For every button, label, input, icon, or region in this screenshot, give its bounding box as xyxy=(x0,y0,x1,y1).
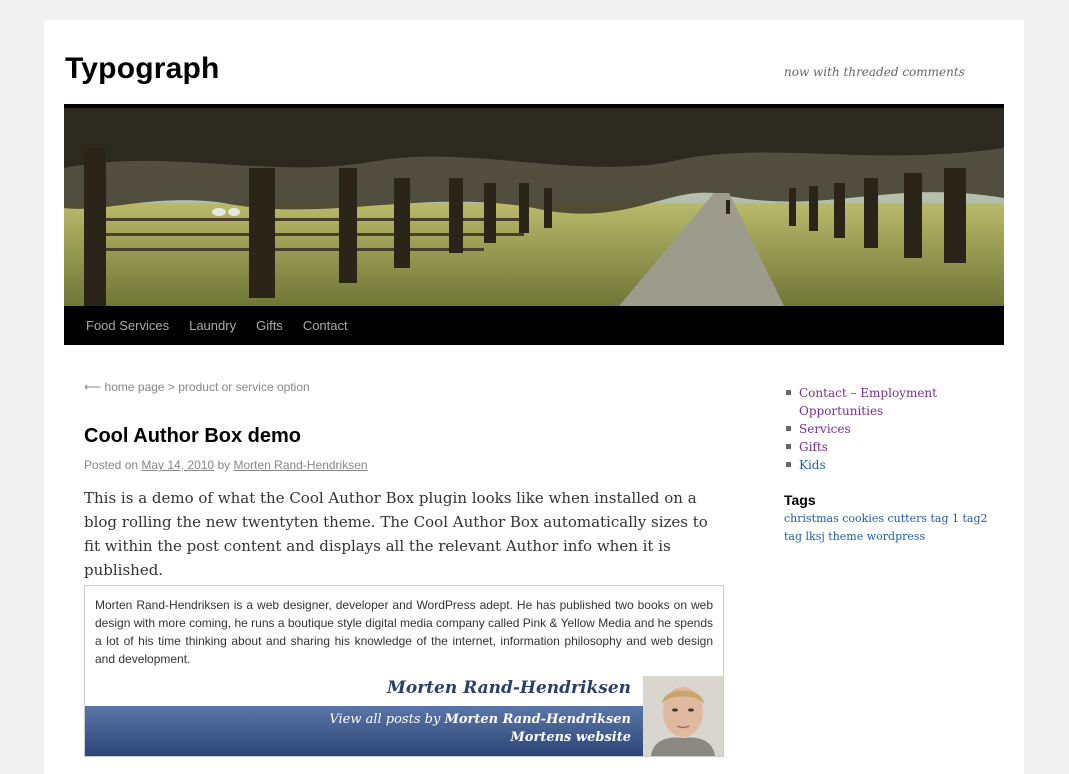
sidebar-item-kids[interactable]: Kids xyxy=(784,456,1004,474)
tag-link[interactable]: wordpress xyxy=(867,530,925,543)
tag-cloud: christmas cookies cutters tag 1 tag2 tag… xyxy=(784,510,1004,546)
pages-list: Contact – Employment Opportunities Servi… xyxy=(784,384,1004,474)
author-name: Morten Rand-Hendriksen xyxy=(387,678,631,698)
sidebar-link[interactable]: Gifts xyxy=(799,440,828,454)
breadcrumb[interactable]: ⟵ home page > product or service option xyxy=(84,380,724,396)
sidebar-link[interactable]: Contact – Employment Opportunities xyxy=(799,386,937,418)
tag-link[interactable]: tag xyxy=(784,530,802,543)
tag-link[interactable]: tag 1 xyxy=(930,512,959,525)
post-date-link[interactable]: May 14, 2010 xyxy=(141,458,214,472)
header-image xyxy=(64,108,1004,306)
view-posts-author: Morten Rand-Hendriksen xyxy=(444,712,631,727)
tag-link[interactable]: tag2 xyxy=(963,512,988,525)
tag-link[interactable]: theme xyxy=(828,530,863,543)
tags-widget-title: Tags xyxy=(784,492,816,508)
sidebar-link[interactable]: Services xyxy=(799,422,851,436)
sidebar-item-gifts[interactable]: Gifts xyxy=(784,438,1004,456)
nav-link-gifts[interactable]: Gifts xyxy=(256,318,283,333)
nav-link-food-services[interactable]: Food Services xyxy=(86,318,169,333)
site-title[interactable]: Typograph xyxy=(65,52,220,86)
post-title[interactable]: Cool Author Box demo xyxy=(84,425,301,448)
main-content: ⟵ home page > product or service option … xyxy=(84,380,724,757)
author-box: Morten Rand-Hendriksen is a web designer… xyxy=(84,585,724,757)
author-avatar xyxy=(643,676,723,756)
tag-link[interactable]: lksj xyxy=(806,530,825,543)
tag-link[interactable]: cookies xyxy=(842,512,884,525)
sidebar: Contact – Employment Opportunities Servi… xyxy=(784,384,1004,546)
posted-on-label: Posted on xyxy=(84,458,139,472)
post-author-link[interactable]: Morten Rand-Hendriksen xyxy=(233,458,367,472)
post-meta: Posted on May 14, 2010 by Morten Rand-He… xyxy=(84,458,368,472)
nav-item-food-services[interactable]: Food Services xyxy=(76,306,179,345)
author-bio: Morten Rand-Hendriksen is a web designer… xyxy=(95,598,713,666)
tag-link[interactable]: cutters xyxy=(887,512,927,525)
bullet-icon xyxy=(786,462,791,467)
nav-link-contact[interactable]: Contact xyxy=(303,318,348,333)
bullet-icon xyxy=(786,426,791,431)
post-body: This is a demo of what the Cool Author B… xyxy=(84,489,708,579)
tag-link[interactable]: christmas xyxy=(784,512,839,525)
bullet-icon xyxy=(786,390,791,395)
nav-link-laundry[interactable]: Laundry xyxy=(189,318,236,333)
sidebar-item-contact-employment[interactable]: Contact – Employment Opportunities xyxy=(784,384,1004,420)
sidebar-item-services[interactable]: Services xyxy=(784,420,1004,438)
view-all-posts-link[interactable]: View all posts by Morten Rand-Hendriksen xyxy=(329,712,631,727)
sidebar-link[interactable]: Kids xyxy=(799,458,826,472)
nav-item-gifts[interactable]: Gifts xyxy=(246,306,293,345)
author-links-bar: View all posts by Morten Rand-Hendriksen… xyxy=(85,706,643,756)
by-label: by xyxy=(217,458,231,472)
site-description: now with threaded comments xyxy=(784,65,965,79)
page-wrapper: Typograph now with threaded comments Foo… xyxy=(44,20,1024,774)
view-posts-prefix: View all posts by xyxy=(329,712,441,727)
bullet-icon xyxy=(786,444,791,449)
main-navigation: Food Services Laundry Gifts Contact xyxy=(64,306,1004,345)
author-website-link[interactable]: Mortens website xyxy=(510,730,631,745)
nav-item-laundry[interactable]: Laundry xyxy=(179,306,246,345)
nav-item-contact[interactable]: Contact xyxy=(293,306,358,345)
